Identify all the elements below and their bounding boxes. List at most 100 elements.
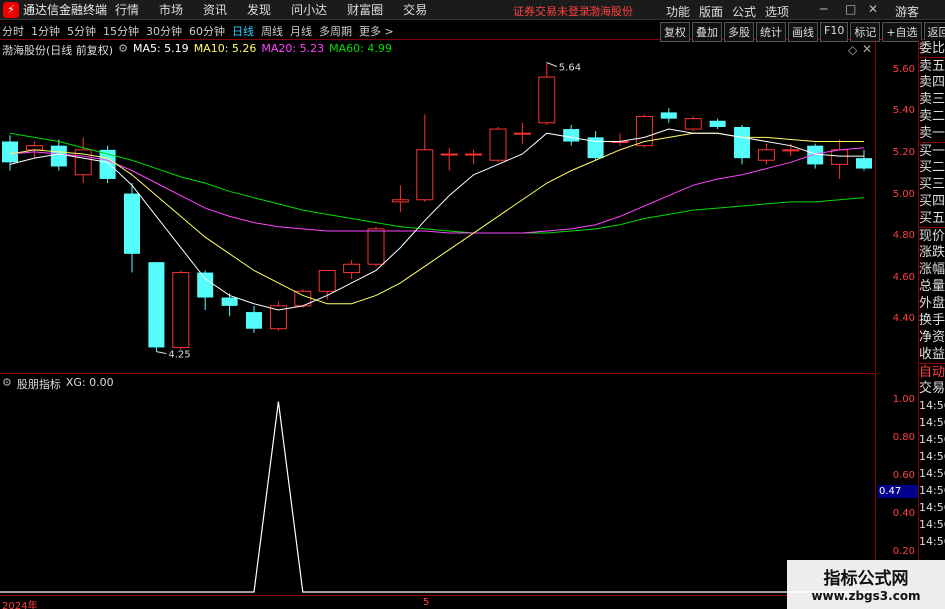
indicator-title[interactable]: 股朋指标	[17, 376, 61, 392]
menu-function[interactable]: 功能	[666, 3, 690, 20]
candle	[197, 270, 214, 310]
period-tab[interactable]: 多周期	[319, 23, 352, 39]
indicator-chart[interactable]	[0, 374, 876, 596]
period-toolbar: 分时 1分钟 5分钟 15分钟 30分钟 60分钟 日线 周线 月线 多周期 更多 > 复权 叠加 多股…	[0, 21, 945, 42]
kline-pane[interactable]: 5.64 4.25 渤海股份(日线 前复权) ⚙ MA5: 5.19 MA10: …	[0, 40, 876, 372]
candle	[343, 260, 361, 279]
candle-body-up	[318, 269, 336, 292]
side-panel-item[interactable]: 14:56	[919, 465, 945, 482]
toolbar-button[interactable]: 标记	[850, 22, 881, 42]
price-tick-label: 4.80	[892, 230, 915, 242]
maximize-icon[interactable]: □	[845, 2, 856, 16]
side-panel-item: 净资	[919, 330, 945, 345]
indicator-tick-label: 1.00	[892, 393, 915, 405]
candle	[294, 289, 312, 308]
period-tab[interactable]: 5分钟	[67, 23, 96, 39]
candle-body-up	[440, 153, 458, 156]
legend-ma60: MA60: 4.99	[329, 42, 392, 55]
current-stock-name: 渤海股份	[589, 5, 633, 18]
menu-market[interactable]: 市场	[159, 1, 183, 18]
legend-ma10: MA10: 5.26	[193, 42, 257, 55]
close-pane-icon[interactable]: ✕	[862, 42, 872, 56]
period-tab[interactable]: 60分钟	[189, 23, 225, 39]
guest-user[interactable]: 游客	[895, 3, 919, 20]
menu-formula[interactable]: 公式	[732, 3, 756, 20]
candle-body-up	[684, 118, 702, 130]
toolbar-button[interactable]: 复权	[660, 22, 690, 42]
menu-wealth[interactable]: 财富圈	[347, 1, 383, 18]
price-tick-label: 5.40	[892, 105, 915, 117]
toolbar-button[interactable]: 多股	[724, 22, 754, 42]
indicator-tick-label: 0.80	[892, 431, 915, 443]
side-panel-item: 现价	[919, 227, 945, 244]
chart-tool-buttons: 复权 叠加 多股 统计 画线 F10 标记 +自选 返回	[660, 22, 945, 42]
candle-body-down	[148, 262, 165, 348]
toolbar-button[interactable]: 画线	[788, 22, 818, 42]
candle-body-down	[660, 112, 677, 119]
period-tab[interactable]: 30分钟	[146, 23, 182, 39]
menu-layout[interactable]: 版面	[699, 3, 723, 20]
period-tab[interactable]: 日线	[232, 23, 254, 39]
menu-trade[interactable]: 交易	[403, 1, 427, 18]
minimize-icon[interactable]: ─	[820, 2, 827, 16]
settings-icon[interactable]: ⚙	[118, 42, 128, 58]
side-panel-item[interactable]: 交易	[919, 380, 945, 397]
main-menu: 行情 市场 资讯 发现 问小达 财富圈 交易	[115, 1, 447, 18]
candle	[856, 149, 872, 171]
toolbar-button[interactable]: +自选	[882, 22, 922, 42]
menu-discover[interactable]: 发现	[247, 1, 271, 18]
candle	[440, 147, 458, 171]
menu-quotes[interactable]: 行情	[115, 1, 139, 18]
main-legend: 渤海股份(日线 前复权) ⚙ MA5: 5.19 MA10: 5.26 MA20…	[2, 42, 397, 58]
candle-body-down	[246, 312, 262, 329]
candle	[172, 270, 190, 350]
side-panel-item[interactable]: 14:56	[919, 482, 945, 499]
indicator-xg-value: XG: 0.00	[65, 376, 114, 389]
candle-body-up	[367, 228, 385, 265]
side-panel-item[interactable]: 14:56	[919, 431, 945, 448]
period-tab[interactable]: 更多 >	[359, 23, 394, 39]
indicator-settings-icon[interactable]: ⚙	[2, 376, 12, 392]
toolbar-button[interactable]: F10	[820, 22, 849, 42]
price-tick-label: 4.60	[892, 271, 915, 283]
candle-body-up	[782, 149, 800, 152]
candle-body-up	[343, 263, 361, 274]
side-panel-item[interactable]: 14:56	[919, 533, 945, 550]
toolbar-button[interactable]: 叠加	[692, 22, 722, 42]
collapse-icon[interactable]: ◇	[848, 43, 857, 57]
period-tab[interactable]: 周线	[261, 23, 283, 39]
candle	[563, 124, 580, 146]
candle	[124, 183, 140, 273]
kline-chart[interactable]: 5.64 4.25	[0, 40, 876, 372]
trade-login-warning[interactable]: 证券交易未登录	[513, 3, 590, 19]
menu-news[interactable]: 资讯	[203, 1, 227, 18]
menu-options[interactable]: 选项	[765, 3, 789, 20]
side-panel-item[interactable]: 14:56	[919, 397, 945, 414]
xg-signal-line	[0, 401, 876, 593]
menu-ask[interactable]: 问小达	[291, 1, 327, 18]
side-panel-item[interactable]: 14:56	[919, 414, 945, 431]
candle	[538, 62, 556, 125]
price-tick-label: 5.00	[892, 188, 915, 200]
close-icon[interactable]: ✕	[868, 2, 878, 16]
date-label-year: 2024年	[2, 601, 38, 609]
period-tab[interactable]: 1分钟	[31, 23, 60, 39]
side-panel-item[interactable]: 自动	[919, 363, 945, 380]
side-panel-item: 外盘	[919, 296, 945, 311]
side-panel-item: 涨幅	[919, 262, 945, 277]
indicator-pane[interactable]: ⚙ 股朋指标 XG: 0.00	[0, 373, 876, 595]
watermark-url: www.zbgs3.com	[811, 589, 921, 603]
side-panel-item: 买三	[919, 177, 945, 192]
period-tab[interactable]: 15分钟	[103, 23, 139, 39]
toolbar-button[interactable]: 返回	[923, 22, 945, 42]
side-panel-item[interactable]: 14:56	[919, 499, 945, 516]
period-tab[interactable]: 月线	[290, 23, 312, 39]
period-tab[interactable]: 分时	[2, 23, 24, 39]
side-panel-item: 买一	[919, 142, 945, 159]
side-panel-item[interactable]: 14:56	[919, 516, 945, 533]
side-panel-item[interactable]: 14:56	[919, 448, 945, 465]
toolbar-button[interactable]: 统计	[756, 22, 786, 42]
candle	[660, 108, 677, 123]
candle	[831, 139, 849, 179]
candle-body-down	[709, 120, 726, 127]
